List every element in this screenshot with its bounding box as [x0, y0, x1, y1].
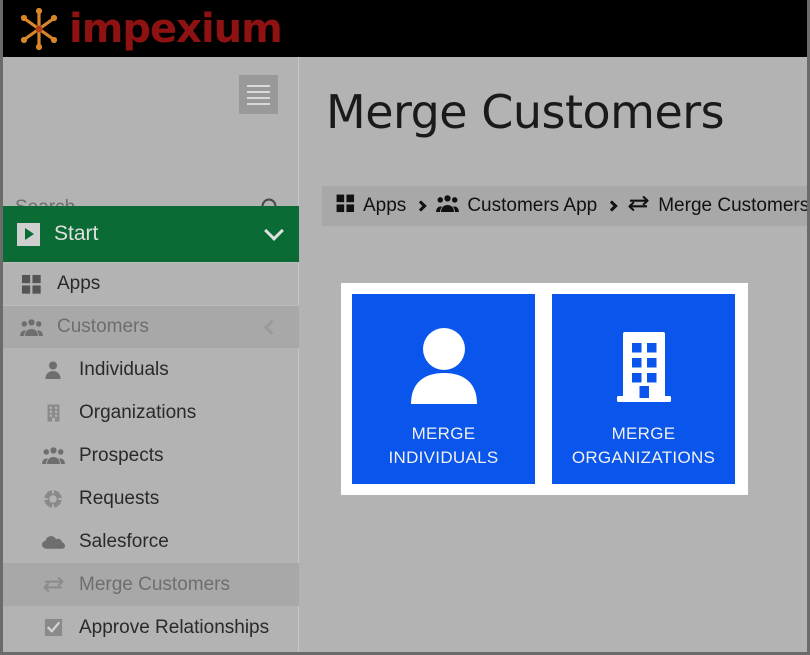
chevron-left-icon[interactable] — [263, 319, 280, 335]
merge-arrows-icon — [41, 573, 65, 597]
breadcrumb-label: Apps — [363, 195, 407, 216]
main-content: Merge Customers Apps Customers App Merge… — [300, 57, 807, 652]
application-window: impexium Start — [0, 0, 810, 655]
tile-merge-individuals[interactable]: MERGE INDIVIDUALS — [352, 294, 535, 484]
merge-arrows-icon — [627, 195, 650, 217]
tile-label: MERGE ORGANIZATIONS — [571, 424, 716, 467]
people-group-icon — [436, 194, 460, 218]
sidebar-item-label: Organizations — [79, 401, 197, 423]
grid-apps-icon — [336, 194, 355, 218]
breadcrumb-item-customers-app[interactable]: Customers App — [436, 194, 597, 218]
sidebar-item-label: Apps — [57, 273, 101, 294]
breadcrumb-item-apps[interactable]: Apps — [336, 194, 406, 218]
checkbox-checked-icon — [41, 616, 65, 640]
person-icon — [41, 358, 65, 382]
breadcrumb: Apps Customers App Merge Customers — [322, 186, 807, 226]
life-ring-icon — [41, 487, 65, 511]
brand-name: impexium — [69, 5, 283, 52]
sidebar-item-prospects[interactable]: Prospects — [3, 434, 299, 477]
breadcrumb-label: Merge Customers — [658, 195, 807, 216]
tile-merge-organizations[interactable]: MERGE ORGANIZATIONS — [552, 294, 735, 484]
top-header-bar: impexium — [3, 0, 807, 57]
sidebar-item-label: Merge Customers — [79, 573, 230, 595]
brand-logo[interactable]: impexium — [17, 5, 283, 52]
grid-apps-icon — [19, 272, 43, 296]
breadcrumb-item-merge-customers[interactable]: Merge Customers — [627, 195, 807, 217]
person-icon — [409, 328, 479, 404]
sidebar-item-label: Prospects — [79, 444, 164, 466]
chevron-down-icon[interactable] — [264, 221, 284, 241]
building-icon — [41, 401, 65, 425]
sidebar-item-label: Customers — [57, 316, 149, 337]
tile-panel: MERGE INDIVIDUALS MERGE ORGANIZATIONS — [341, 283, 748, 495]
sidebar-item-individuals[interactable]: Individuals — [3, 348, 299, 391]
page-title: Merge Customers — [326, 85, 725, 139]
people-group-icon — [41, 444, 65, 468]
sidebar-item-label: Individuals — [79, 358, 169, 380]
sidebar: Start Apps — [3, 57, 299, 652]
sidebar-item-customers[interactable]: Customers — [3, 305, 299, 348]
hamburger-menu-icon[interactable] — [239, 75, 278, 114]
sidebar-nav: Apps Customers Individuals Organizations… — [3, 262, 299, 649]
sidebar-item-salesforce[interactable]: Salesforce — [3, 520, 299, 563]
sidebar-item-label: Requests — [79, 487, 160, 509]
building-icon — [609, 328, 679, 404]
sidebar-item-label: Salesforce — [79, 530, 169, 552]
chevron-right-icon — [606, 200, 618, 212]
start-label: Start — [54, 222, 99, 245]
sidebar-start-bar[interactable]: Start — [3, 206, 299, 262]
cloud-icon — [41, 530, 65, 554]
breadcrumb-label: Customers App — [467, 195, 598, 216]
tile-label: MERGE INDIVIDUALS — [388, 424, 499, 467]
sidebar-item-merge-customers[interactable]: Merge Customers — [3, 563, 299, 606]
play-square-icon — [17, 222, 40, 246]
sidebar-item-requests[interactable]: Requests — [3, 477, 299, 520]
sidebar-item-approve-relationships[interactable]: Approve Relationships — [3, 606, 299, 649]
chevron-right-icon — [415, 200, 427, 212]
sidebar-item-apps[interactable]: Apps — [3, 262, 299, 305]
sidebar-item-label: Approve Relationships — [79, 616, 270, 638]
people-group-icon — [19, 315, 43, 339]
sidebar-item-organizations[interactable]: Organizations — [3, 391, 299, 434]
starburst-icon — [17, 7, 61, 51]
